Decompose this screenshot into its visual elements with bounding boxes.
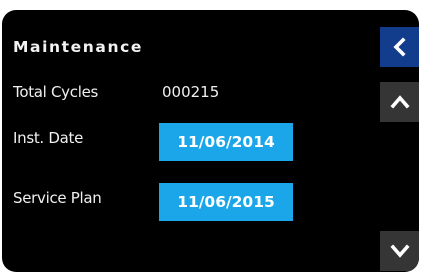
chevron-down-icon [390, 244, 410, 258]
chevron-left-icon [393, 37, 406, 57]
total-cycles-value: 000215 [162, 83, 220, 101]
service-plan-field[interactable]: 11/06/2015 [159, 183, 293, 221]
screen-title: Maintenance [13, 38, 143, 56]
scroll-up-button[interactable] [380, 82, 419, 122]
total-cycles-label: Total Cycles [13, 83, 99, 101]
scroll-down-button[interactable] [380, 231, 419, 271]
chevron-up-icon [390, 95, 410, 109]
service-plan-label: Service Plan [13, 189, 102, 207]
inst-date-field[interactable]: 11/06/2014 [159, 123, 293, 161]
back-button[interactable] [380, 27, 419, 67]
inst-date-label: Inst. Date [13, 129, 84, 147]
device-screen: Maintenance Total Cycles 000215 Inst. Da… [2, 10, 419, 272]
